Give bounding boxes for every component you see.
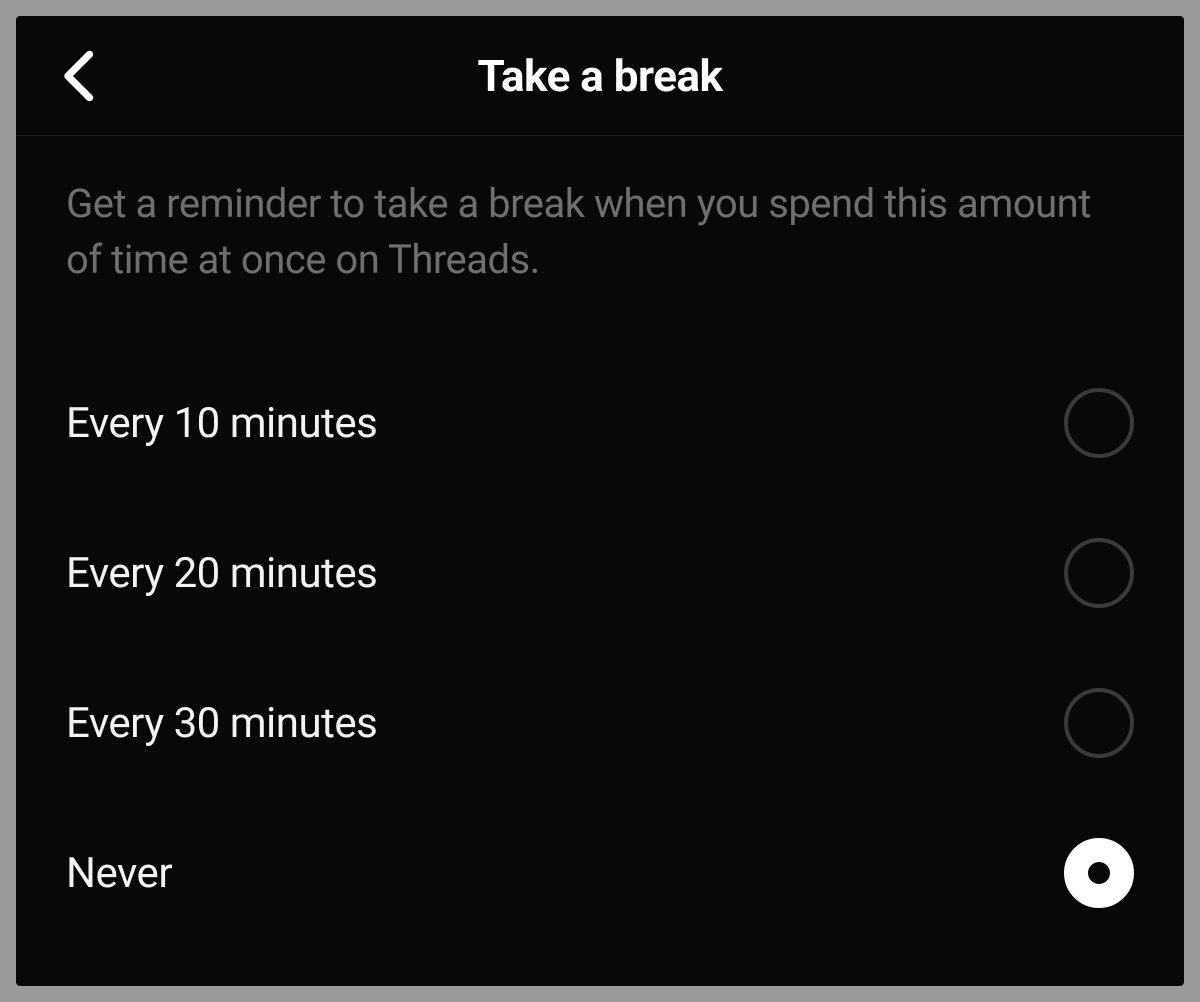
- option-label: Never: [66, 849, 172, 898]
- option-list: Every 10 minutes Every 20 minutes Every …: [66, 348, 1134, 948]
- option-label: Every 10 minutes: [66, 399, 377, 448]
- page-title: Take a break: [16, 50, 1184, 102]
- radio-icon: [1064, 688, 1134, 758]
- option-every-30-minutes[interactable]: Every 30 minutes: [66, 648, 1134, 798]
- option-label: Every 30 minutes: [66, 699, 377, 748]
- option-every-10-minutes[interactable]: Every 10 minutes: [66, 348, 1134, 498]
- option-label: Every 20 minutes: [66, 549, 377, 598]
- option-never[interactable]: Never: [66, 798, 1134, 948]
- option-every-20-minutes[interactable]: Every 20 minutes: [66, 498, 1134, 648]
- chevron-left-icon: [60, 50, 96, 102]
- radio-icon: [1064, 388, 1134, 458]
- back-button[interactable]: [52, 42, 104, 110]
- description-text: Get a reminder to take a break when you …: [66, 176, 1134, 288]
- radio-icon: [1064, 538, 1134, 608]
- settings-screen: Take a break Get a reminder to take a br…: [16, 16, 1184, 986]
- header: Take a break: [16, 16, 1184, 136]
- radio-icon: [1064, 838, 1134, 908]
- content: Get a reminder to take a break when you …: [16, 136, 1184, 986]
